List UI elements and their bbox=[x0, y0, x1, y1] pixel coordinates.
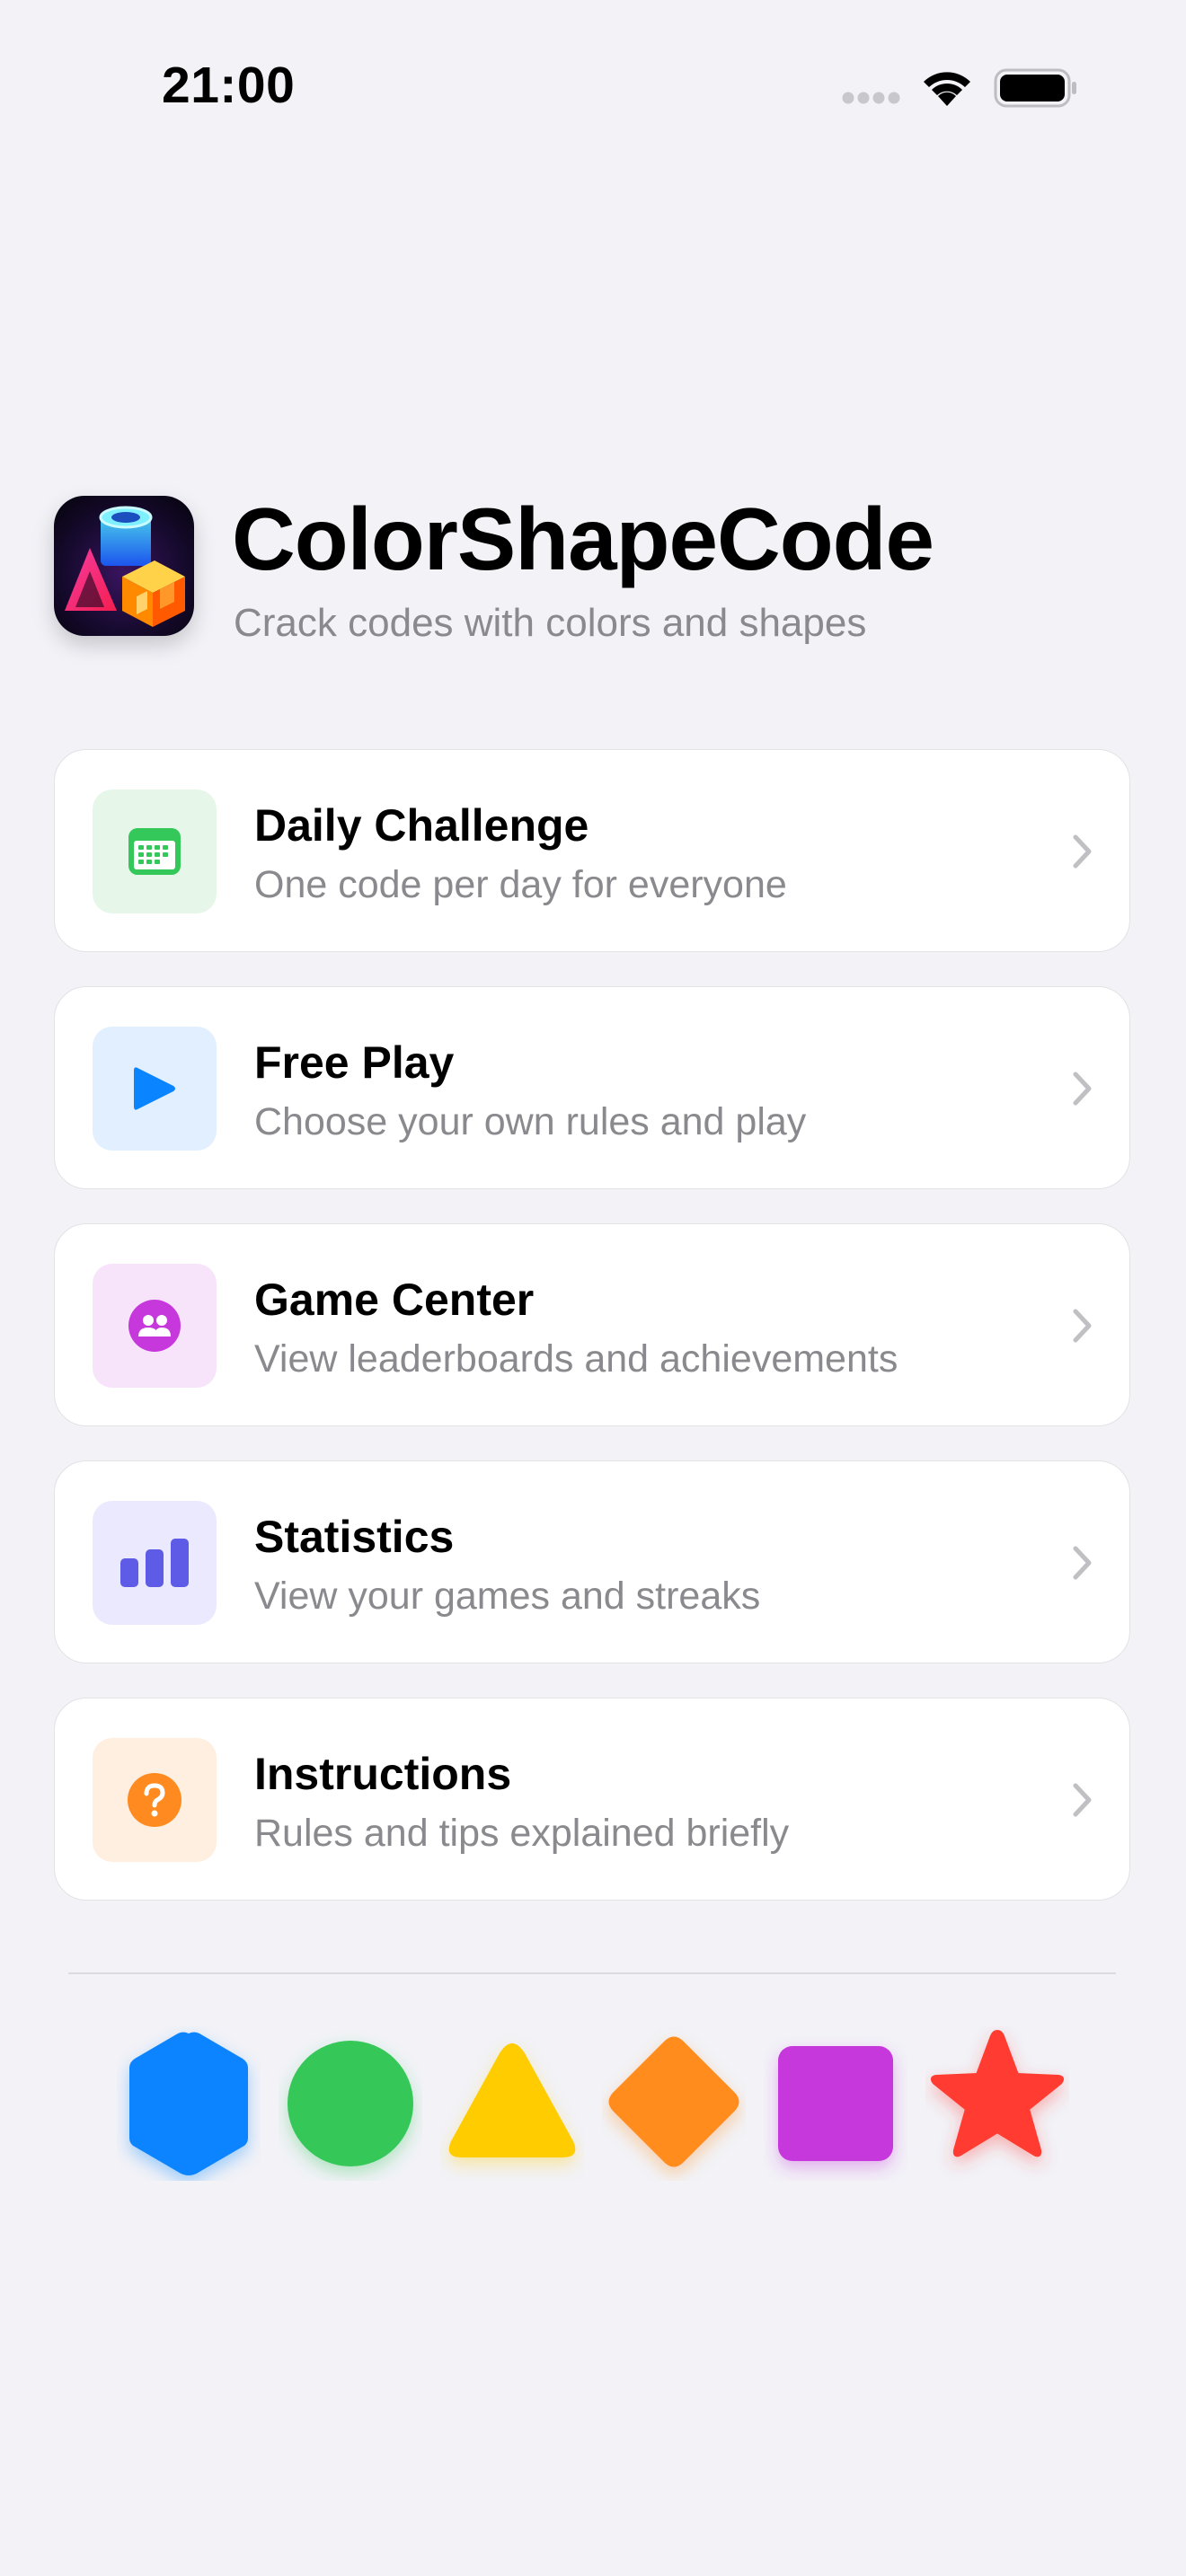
status-icons bbox=[836, 57, 1078, 111]
chevron-right-icon bbox=[1073, 1783, 1092, 1817]
instructions-title: Instructions bbox=[254, 1749, 512, 1799]
question-icon bbox=[128, 1773, 181, 1827]
people-icon bbox=[128, 1300, 181, 1352]
triangle-shape bbox=[448, 2043, 576, 2157]
free-play-title: Free Play bbox=[254, 1037, 455, 1088]
game-center-card[interactable]: Game Center View leaderboards and achiev… bbox=[54, 1223, 1130, 1426]
app-title: ColorShapeCode bbox=[232, 490, 934, 588]
instructions-icon-box bbox=[93, 1738, 217, 1862]
hexagon-shape bbox=[129, 2032, 248, 2175]
chevron-right-icon bbox=[1073, 1072, 1092, 1106]
play-icon bbox=[134, 1067, 175, 1110]
status-time: 21:00 bbox=[162, 57, 296, 114]
statistics-card[interactable]: Statistics View your games and streaks bbox=[54, 1460, 1130, 1663]
free-play-subtitle: Choose your own rules and play bbox=[254, 1100, 807, 1143]
instructions-subtitle: Rules and tips explained briefly bbox=[254, 1812, 790, 1855]
daily-challenge-card[interactable]: Daily Challenge One code per day for eve… bbox=[54, 749, 1130, 952]
bar-chart-icon bbox=[120, 1539, 189, 1587]
daily-challenge-subtitle: One code per day for everyone bbox=[254, 863, 787, 906]
free-play-icon-box bbox=[93, 1027, 217, 1151]
divider bbox=[68, 1972, 1116, 1974]
battery-icon bbox=[994, 68, 1076, 108]
main-menu: Daily Challenge One code per day for eve… bbox=[54, 749, 1132, 1935]
shape-row bbox=[117, 2026, 1078, 2181]
cellular-signal-icon bbox=[842, 92, 900, 104]
chevron-right-icon bbox=[1073, 834, 1092, 869]
instructions-card[interactable]: Instructions Rules and tips explained br… bbox=[54, 1698, 1130, 1901]
daily-challenge-icon-box bbox=[93, 790, 217, 913]
daily-challenge-title: Daily Challenge bbox=[254, 800, 589, 851]
diamond-shape bbox=[608, 2036, 739, 2167]
game-center-icon-box bbox=[93, 1264, 217, 1388]
statistics-icon-box bbox=[93, 1501, 217, 1625]
statistics-title: Statistics bbox=[254, 1512, 455, 1562]
game-center-subtitle: View leaderboards and achievements bbox=[254, 1337, 898, 1381]
wifi-icon bbox=[924, 72, 970, 106]
chevron-right-icon bbox=[1073, 1546, 1092, 1580]
app-subtitle: Crack codes with colors and shapes bbox=[234, 601, 867, 645]
star-shape bbox=[930, 2030, 1065, 2157]
square-shape bbox=[778, 2046, 893, 2161]
app-icon bbox=[54, 496, 194, 636]
game-center-title: Game Center bbox=[254, 1275, 535, 1325]
chevron-right-icon bbox=[1073, 1309, 1092, 1343]
calendar-icon bbox=[128, 828, 181, 875]
statistics-subtitle: View your games and streaks bbox=[254, 1575, 761, 1618]
circle-shape bbox=[288, 2041, 413, 2166]
status-bar: 21:00 bbox=[0, 0, 1186, 180]
free-play-card[interactable]: Free Play Choose your own rules and play bbox=[54, 986, 1130, 1189]
